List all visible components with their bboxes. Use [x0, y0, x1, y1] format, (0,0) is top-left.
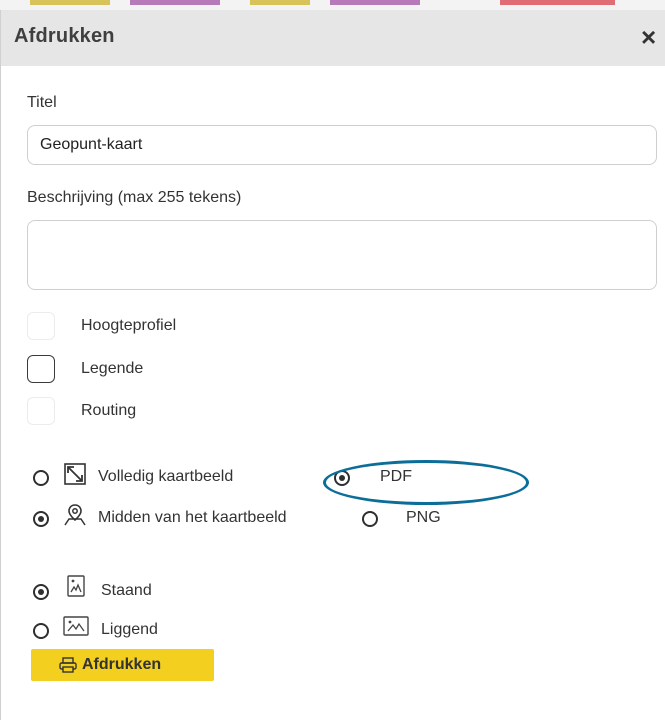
close-icon[interactable]: ×: [641, 20, 665, 54]
radio-map-center[interactable]: [33, 511, 49, 527]
pdf-highlight-ellipse: [323, 460, 529, 505]
radio-png[interactable]: [362, 511, 378, 527]
checkbox-legende-label: Legende: [81, 360, 144, 377]
description-label: Beschrijving (max 255 tekens): [27, 189, 242, 206]
dialog-header: Afdrukken ×: [1, 10, 665, 66]
background-map-strip: [0, 0, 665, 10]
map-pin-icon: [64, 504, 86, 526]
dialog-title: Afdrukken: [14, 25, 115, 47]
radio-map-center-label: Midden van het kaartbeeld: [98, 509, 287, 526]
radio-full-extent-label: Volledig kaartbeeld: [98, 468, 234, 485]
checkbox-hoogteprofiel[interactable]: [27, 312, 55, 340]
landscape-image-icon: [63, 616, 89, 636]
radio-png-label: PNG: [406, 509, 441, 526]
checkbox-legende[interactable]: [27, 355, 55, 383]
printer-icon: [59, 657, 77, 673]
dialog-body: Titel Beschrijving (max 255 tekens) Hoog…: [1, 66, 665, 720]
radio-portrait[interactable]: [33, 584, 49, 600]
print-button[interactable]: Afdrukken: [31, 649, 214, 681]
title-label: Titel: [27, 94, 57, 111]
checkbox-hoogteprofiel-label: Hoogteprofiel: [81, 317, 177, 334]
print-button-label: Afdrukken: [82, 656, 162, 673]
full-extent-icon: [64, 463, 86, 485]
radio-full-extent[interactable]: [33, 470, 49, 486]
checkbox-routing-label: Routing: [81, 402, 137, 419]
title-input[interactable]: [27, 125, 657, 165]
description-textarea[interactable]: [27, 220, 657, 290]
portrait-image-icon: [67, 575, 85, 597]
radio-portrait-label: Staand: [101, 582, 152, 599]
radio-landscape-label: Liggend: [101, 621, 158, 638]
radio-landscape[interactable]: [33, 623, 49, 639]
checkbox-routing[interactable]: [27, 397, 55, 425]
print-dialog: Afdrukken × Titel Beschrijving (max 255 …: [0, 10, 665, 720]
